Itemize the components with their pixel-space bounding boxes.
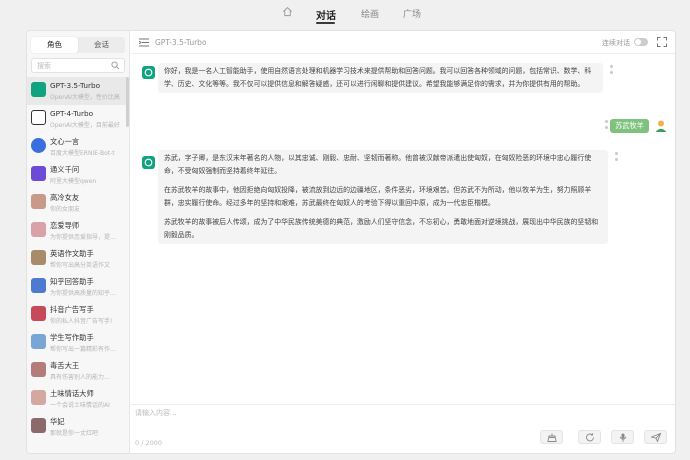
message-text: 你好，我是一名人工智能助手，使用自然语言处理和机器学习技术来提供帮助和回答问题。… (164, 67, 592, 88)
model-title: GPT-3.5-Turbo (155, 38, 207, 47)
item-desc: 为你提供高质量的知乎... (50, 290, 116, 297)
item-name: 土味情话大师 (50, 389, 94, 398)
item-name: 文心一言 (50, 137, 80, 146)
list-item[interactable]: 土味情话大师 一个会说土味情话的AI (27, 385, 127, 413)
refresh-button[interactable] (578, 430, 601, 444)
avatar (31, 306, 46, 321)
voice-button[interactable] (611, 430, 634, 444)
list-item[interactable]: 文心一言 百度大模型ERNIE-Bot-t (27, 133, 127, 161)
item-name: 抖音广告写手 (50, 305, 94, 314)
item-name: 学生写作助手 (50, 333, 94, 342)
avatar (31, 390, 46, 405)
item-desc: OpenAI大模型，目前最好 (50, 122, 120, 129)
item-desc: 帮你写出一篇精彩有作... (50, 346, 116, 353)
message-paragraph: 苏武牧羊的故事被后人传颂，成为了中华民族传统美德的典范，激励人们坚守信念，不忘初… (164, 218, 599, 239)
list-item[interactable]: 知乎回答助手 为你提供高质量的知乎... (27, 273, 127, 301)
list-item[interactable]: 学生写作助手 帮你写出一篇精彩有作... (27, 329, 127, 357)
qwen-avatar (31, 166, 46, 181)
avatar (31, 194, 46, 209)
list-item[interactable]: GPT-3.5-Turbo OpenAI大模型，性价比高 (27, 77, 127, 105)
item-desc: 那就是你一丈红吧 (50, 430, 99, 437)
chat-area: GPT-3.5-Turbo 连续对话 你好，我是一名人工智能助手，使用自然语言处… (131, 31, 675, 453)
item-desc: 你的女朋友 (50, 206, 81, 213)
item-desc: 一个会说土味情话的AI (50, 402, 110, 409)
list-item[interactable]: 通义千问 阿里大模型qwen (27, 161, 127, 189)
item-desc: 百度大模型ERNIE-Bot-t (50, 150, 115, 157)
avatar (31, 278, 46, 293)
avatar (31, 334, 46, 349)
tab-roles[interactable]: 角色 (31, 37, 78, 53)
list-item[interactable]: 华妃 那就是你一丈红吧 (27, 413, 127, 441)
list-item[interactable]: 恋爱导师 为你提供恋爱指导，提... (27, 217, 127, 245)
menu-icon[interactable] (138, 38, 149, 49)
nav-tab-draw[interactable]: 绘画 (361, 7, 379, 20)
openai-avatar (31, 110, 46, 125)
list-item[interactable]: 高冷女友 你的女朋友 (27, 189, 127, 217)
item-name: 高冷女友 (50, 193, 80, 202)
item-desc: 为你提供恋爱指导，提... (50, 234, 116, 241)
search-box (31, 58, 125, 73)
message-input[interactable] (135, 408, 535, 422)
clear-button[interactable] (540, 430, 563, 444)
avatar (31, 222, 46, 237)
user-message: 苏武牧羊 (610, 119, 649, 133)
sidebar-scrollbar[interactable] (126, 77, 129, 127)
item-name: 知乎回答助手 (50, 277, 94, 286)
item-name: 恋爱导师 (50, 221, 80, 230)
item-name: 通义千问 (50, 165, 80, 174)
avatar (31, 250, 46, 265)
item-desc: 阿里大模型qwen (50, 178, 97, 185)
message-actions[interactable] (604, 120, 609, 132)
nav-tab-square[interactable]: 广场 (403, 7, 421, 20)
sidebar-tabs: 角色 会话 (31, 37, 125, 53)
main-panel: 角色 会话 GPT-3.5-Turbo OpenAI大模型，性价比高 GPT-4… (26, 30, 676, 454)
send-button[interactable] (644, 430, 667, 444)
home-icon[interactable] (282, 6, 293, 20)
item-desc: 帮你写出高分英语作文 (50, 262, 111, 269)
tab-sessions[interactable]: 会话 (78, 37, 125, 53)
avatar (31, 418, 46, 433)
search-input[interactable] (32, 59, 110, 72)
list-item[interactable]: 毒舌大王 具有伤害别人的能力... (27, 357, 127, 385)
char-counter: 0 / 2000 (135, 439, 162, 447)
list-item[interactable]: 英语作文助手 帮你写出高分英语作文 (27, 245, 127, 273)
avatar (31, 362, 46, 377)
sidebar: 角色 会话 GPT-3.5-Turbo OpenAI大模型，性价比高 GPT-4… (27, 31, 130, 453)
input-area: 0 / 2000 (131, 404, 675, 453)
message-actions[interactable] (614, 152, 619, 164)
message-paragraph: 在苏武牧羊的故事中，他因拒绝向匈奴投降，被流放到边远的边疆地区，条件恶劣，环境艰… (164, 186, 592, 207)
item-name: GPT-4-Turbo (50, 109, 94, 118)
nav-tab-chat[interactable]: 对话 (316, 7, 336, 22)
user-avatar (654, 119, 668, 133)
item-desc: OpenAI大模型，性价比高 (50, 94, 120, 101)
active-tab-underline (316, 22, 335, 24)
search-icon[interactable] (111, 61, 120, 72)
top-nav: 对话 绘画 广场 (0, 0, 690, 26)
item-name: 英语作文助手 (50, 249, 94, 258)
ernie-avatar (31, 138, 46, 153)
list-item[interactable]: 抖音广告写手 你的私人抖音广告写手! (27, 301, 127, 329)
chat-header: GPT-3.5-Turbo 连续对话 (131, 31, 675, 54)
assistant-message: 你好，我是一名人工智能助手，使用自然语言处理和机器学习技术来提供帮助和回答问题。… (158, 63, 603, 93)
fullscreen-icon[interactable] (657, 37, 667, 49)
continuous-chat-toggle[interactable] (634, 38, 648, 46)
openai-avatar (31, 82, 46, 97)
continuous-chat-label: 连续对话 (602, 39, 630, 47)
item-name: 华妃 (50, 417, 65, 426)
message-actions[interactable] (609, 65, 614, 77)
assistant-avatar (142, 66, 155, 79)
item-desc: 具有伤害别人的能力... (50, 374, 110, 381)
item-name: GPT-3.5-Turbo (50, 81, 101, 90)
list-item[interactable]: GPT-4-Turbo OpenAI大模型，目前最好 (27, 105, 127, 133)
assistant-avatar (142, 156, 155, 169)
item-desc: 你的私人抖音广告写手! (50, 318, 113, 325)
item-name: 毒舌大王 (50, 361, 80, 370)
message-paragraph: 苏武，字子卿，是东汉末年著名的人物，以其忠诚、刚毅、忠耐、坚韧而著称。他曾被汉献… (164, 154, 592, 175)
assistant-message: 苏武，字子卿，是东汉末年著名的人物，以其忠诚、刚毅、忠耐、坚韧而著称。他曾被汉献… (158, 150, 608, 244)
